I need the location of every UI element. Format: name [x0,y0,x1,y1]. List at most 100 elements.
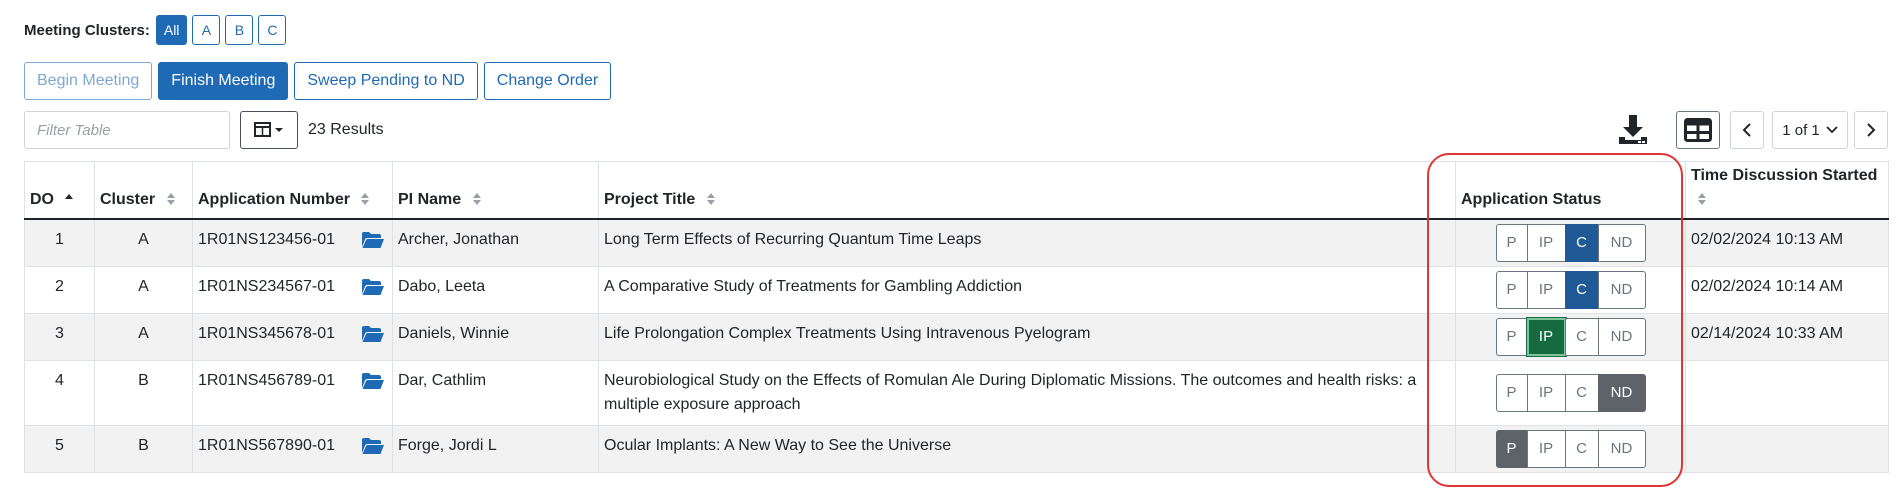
application-number: 1R01NS567890-01 [198,436,335,454]
cluster-a-button[interactable]: A [192,15,221,45]
chevron-down-icon [1826,126,1838,134]
cell-time-discussion-started [1685,425,1889,473]
status-p-button[interactable]: P [1495,223,1528,262]
folder-open-icon[interactable] [361,372,385,390]
cell-do: 4 [24,360,95,426]
cell-project-title: Life Prolongation Complex Treatments Usi… [598,313,1456,361]
previous-page-button[interactable] [1730,111,1764,149]
header-do[interactable]: DO [24,161,95,220]
status-p-button[interactable]: P [1495,373,1528,412]
status-toggle-group: P IP C ND [1495,270,1646,309]
table-row: 3 A 1R01NS345678-01 Daniels, Winnie Life Pro… [24,313,1889,361]
status-ip-button[interactable]: IP [1526,223,1566,262]
cluster-c-button[interactable]: C [258,15,287,45]
page-select[interactable]: 1 of 1 [1772,111,1848,149]
cell-application-number: 1R01NS345678-01 [192,313,393,361]
header-cluster[interactable]: Cluster [94,161,193,220]
application-number: 1R01NS456789-01 [198,371,335,389]
cell-application-number: 1R01NS234567-01 [192,266,393,314]
status-p-button[interactable]: P [1495,429,1528,468]
status-nd-button[interactable]: ND [1597,317,1646,356]
sort-icon [1698,193,1706,206]
cell-project-title: Neurobiological Study on the Effects of … [598,360,1456,426]
sort-icon [166,193,175,206]
cluster-all-button[interactable]: All [155,15,188,45]
status-ip-button[interactable]: IP [1526,270,1566,309]
status-nd-button[interactable]: ND [1597,270,1646,309]
status-p-button[interactable]: P [1495,317,1528,356]
cell-application-number: 1R01NS567890-01 [192,425,393,473]
sort-asc-icon [65,194,74,200]
chevron-right-icon [1867,123,1876,137]
status-nd-button[interactable]: ND [1597,373,1646,412]
table-view-icon [1684,118,1712,142]
cell-application-status: P IP C ND [1455,425,1686,473]
status-ip-button[interactable]: IP [1526,373,1566,412]
status-toggle-group: P IP C ND [1495,429,1646,468]
status-toggle-group: P IP C ND [1495,317,1646,356]
cell-time-discussion-started: 02/02/2024 10:14 AM [1685,266,1889,314]
status-p-button[interactable]: P [1495,270,1528,309]
sort-icon [472,193,481,206]
cell-time-discussion-started [1685,360,1889,426]
table-header-row: DO Cluster Application Number PI Name Pr… [24,161,1889,220]
cell-pi-name: Daniels, Winnie [392,313,599,361]
folder-open-icon[interactable] [361,231,385,249]
header-project-title[interactable]: Project Title [598,161,1456,220]
column-chooser-button[interactable] [240,111,298,149]
status-nd-button[interactable]: ND [1597,429,1646,468]
finish-meeting-button[interactable]: Finish Meeting [158,62,289,100]
header-time-discussion-started[interactable]: Time Discussion Started [1685,161,1889,220]
cell-application-status: P IP C ND [1455,313,1686,361]
application-number: 1R01NS234567-01 [198,277,335,295]
cell-application-status: P IP C ND [1455,218,1686,267]
status-c-button[interactable]: C [1564,373,1599,412]
cell-application-number: 1R01NS123456-01 [192,218,393,267]
folder-open-icon[interactable] [361,325,385,343]
begin-meeting-button[interactable]: Begin Meeting [24,62,153,100]
folder-open-icon[interactable] [361,278,385,296]
cell-do: 1 [24,218,95,267]
table-toolbar: 23 Results 1 of 1 [24,111,1888,149]
status-nd-button[interactable]: ND [1597,223,1646,262]
cell-pi-name: Dar, Cathlim [392,360,599,426]
folder-open-icon[interactable] [361,437,385,455]
status-ip-button[interactable]: IP [1526,429,1566,468]
cell-cluster: A [94,266,193,314]
cell-do: 2 [24,266,95,314]
sort-icon [706,193,715,206]
sort-icon [361,193,370,206]
status-toggle-group: P IP C ND [1495,373,1646,412]
cell-application-number: 1R01NS456789-01 [192,360,393,426]
table-view-button[interactable] [1676,111,1720,149]
cell-do: 3 [24,313,95,361]
cell-do: 5 [24,425,95,473]
application-number: 1R01NS123456-01 [198,230,335,248]
cell-application-status: P IP C ND [1455,360,1686,426]
change-order-button[interactable]: Change Order [483,62,612,100]
cell-pi-name: Dabo, Leeta [392,266,599,314]
status-c-button[interactable]: C [1564,317,1599,356]
meeting-clusters-label: Meeting Clusters: [24,21,150,39]
filter-table-input[interactable] [24,111,230,149]
cell-cluster: B [94,360,193,426]
download-button[interactable] [1616,113,1650,147]
application-number: 1R01NS345678-01 [198,324,335,342]
cell-cluster: B [94,425,193,473]
status-c-button[interactable]: C [1564,429,1599,468]
table-row: 5 B 1R01NS567890-01 Forge, Jordi L Ocular Im… [24,425,1889,473]
sweep-pending-button[interactable]: Sweep Pending to ND [294,62,478,100]
cell-time-discussion-started: 02/14/2024 10:33 AM [1685,313,1889,361]
download-icon [1619,115,1647,144]
cell-pi-name: Forge, Jordi L [392,425,599,473]
page-select-value: 1 of 1 [1782,121,1820,139]
cluster-b-button[interactable]: B [225,15,254,45]
header-application-number[interactable]: Application Number [192,161,393,220]
cell-project-title: Long Term Effects of Recurring Quantum T… [598,218,1456,267]
columns-icon [254,122,283,137]
status-c-button[interactable]: C [1564,270,1599,309]
next-page-button[interactable] [1854,111,1888,149]
header-pi-name[interactable]: PI Name [392,161,599,220]
status-c-button[interactable]: C [1564,223,1599,262]
status-ip-button[interactable]: IP [1526,317,1566,356]
